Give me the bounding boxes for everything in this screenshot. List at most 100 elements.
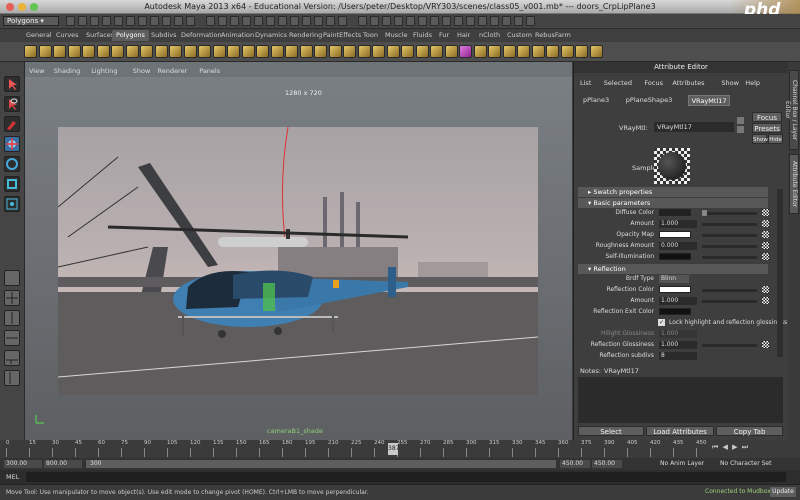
shelf-extrude-icon[interactable] xyxy=(372,45,385,58)
viewport-menu-renderer[interactable]: Renderer xyxy=(158,67,188,75)
rotate-tool-icon[interactable] xyxy=(4,156,20,172)
self-illum-slider[interactable] xyxy=(702,256,757,259)
move-tool-icon[interactable] xyxy=(4,136,20,152)
ae-menu-list[interactable]: List xyxy=(580,79,591,87)
section-swatch-properties[interactable]: ▸ Swatch properties xyxy=(578,187,768,197)
shelf-planar-map-icon[interactable] xyxy=(517,45,530,58)
universal-manip-icon[interactable] xyxy=(4,196,20,212)
status-line-button-icon[interactable] xyxy=(90,16,99,26)
ae-menu-attributes[interactable]: Attributes xyxy=(672,79,704,87)
shelf-tab-toon[interactable]: Toon xyxy=(359,30,382,41)
range-end-field[interactable]: 450.00 xyxy=(560,460,590,468)
node-tab-pplane3[interactable]: pPlane3 xyxy=(580,95,612,106)
status-line-button-icon[interactable] xyxy=(302,16,311,26)
shelf-select-icon[interactable] xyxy=(459,45,472,58)
reflection-color-map-button[interactable] xyxy=(762,286,769,293)
status-line-button-icon[interactable] xyxy=(490,16,499,26)
shelf-plane-icon[interactable] xyxy=(82,45,95,58)
status-line-button-icon[interactable] xyxy=(314,16,323,26)
shelf-reduce-icon[interactable] xyxy=(575,45,588,58)
shelf-tab-general[interactable]: General xyxy=(22,30,56,41)
reflection-color-slider[interactable] xyxy=(702,289,757,292)
ae-menu-focus[interactable]: Focus xyxy=(644,79,663,87)
side-tab-attribute-editor[interactable]: Attribute Editor xyxy=(789,154,799,214)
refl-gloss-slider[interactable] xyxy=(702,344,757,347)
viewport-menu-shading[interactable]: Shading xyxy=(54,67,80,75)
shelf-tab-curves[interactable]: Curves xyxy=(52,30,83,41)
status-line-button-icon[interactable] xyxy=(230,16,239,26)
ae-menu-selected[interactable]: Selected xyxy=(604,79,632,87)
shelf-uv-unfold-icon[interactable] xyxy=(531,45,545,58)
opacity-map-button[interactable] xyxy=(762,231,769,238)
shelf-tab-polygons[interactable]: Polygons xyxy=(112,30,149,41)
presets-button[interactable]: Presets xyxy=(752,123,782,133)
node-tab-pplaneshape3[interactable]: pPlaneShape3 xyxy=(623,95,675,106)
close-window-button[interactable] xyxy=(6,3,14,11)
shelf-booleans-icon[interactable] xyxy=(241,45,255,58)
shelf-tab-subdivs[interactable]: Subdivs xyxy=(147,30,181,41)
shelf-extract-icon[interactable] xyxy=(227,45,240,58)
material-swatch[interactable] xyxy=(654,148,690,184)
status-line-button-icon[interactable] xyxy=(370,16,379,26)
shelf-split-icon[interactable] xyxy=(328,45,342,58)
shelf-insert-loop-icon[interactable] xyxy=(343,45,356,58)
shelf-sphere-icon[interactable] xyxy=(24,45,37,58)
scale-tool-icon[interactable] xyxy=(4,176,20,192)
shelf-pipe-icon[interactable] xyxy=(140,45,153,58)
layout-outliner-icon[interactable] xyxy=(4,370,20,386)
command-line-language[interactable]: MEL xyxy=(6,473,19,481)
opacity-map-swatch[interactable] xyxy=(659,231,691,238)
layout-two-stack-icon[interactable] xyxy=(4,330,20,346)
roughness-slider[interactable] xyxy=(702,245,757,248)
viewport-panel[interactable]: View Shading Lighting Show Renderer Panels 12… xyxy=(25,62,572,440)
layout-persp-graph-icon[interactable] xyxy=(4,350,20,366)
self-illum-map-button[interactable] xyxy=(762,253,769,260)
refl-gloss-map-button[interactable] xyxy=(762,341,769,348)
shelf-separate-icon[interactable] xyxy=(212,45,226,58)
input-connection-icon[interactable] xyxy=(737,117,744,124)
viewport-menu-panels[interactable]: Panels xyxy=(199,67,220,75)
status-line-button-icon[interactable] xyxy=(242,16,251,26)
shelf-platonic-icon[interactable] xyxy=(183,45,197,58)
status-line-button-icon[interactable] xyxy=(394,16,403,26)
shelf-soccer-icon[interactable] xyxy=(169,45,182,58)
shelf-uv-editor-icon[interactable] xyxy=(502,45,516,58)
status-line-button-icon[interactable] xyxy=(466,16,475,26)
shelf-offset-loop-icon[interactable] xyxy=(357,45,371,58)
update-button[interactable]: Update xyxy=(770,487,796,497)
status-line-button-icon[interactable] xyxy=(78,16,87,26)
range-start2-field[interactable]: 800.00 xyxy=(44,460,82,468)
layout-two-side-icon[interactable] xyxy=(4,310,20,326)
status-line-button-icon[interactable] xyxy=(66,16,75,26)
playback-buttons-icon[interactable]: ⏮ ◀ ▶ ⏭ xyxy=(712,443,749,452)
status-line-button-icon[interactable] xyxy=(186,16,195,26)
status-line-button-icon[interactable] xyxy=(206,16,215,26)
status-line-button-icon[interactable] xyxy=(478,16,487,26)
shelf-quadrangulate-icon[interactable] xyxy=(444,45,458,58)
status-line-button-icon[interactable] xyxy=(338,16,347,26)
viewport-menu-show[interactable]: Show xyxy=(133,67,151,75)
range-end2-field[interactable]: 450.00 xyxy=(592,460,622,468)
shelf-prism-icon[interactable] xyxy=(111,45,124,58)
node-tab-vraymtl17[interactable]: VRayMtl17 xyxy=(687,95,731,106)
status-line-button-icon[interactable] xyxy=(218,16,227,26)
render-scene[interactable] xyxy=(58,127,538,395)
shelf-tab-rebusfarm[interactable]: RebusFarm xyxy=(531,30,575,41)
reflection-amount-map-button[interactable] xyxy=(762,297,769,304)
section-reflection[interactable]: ▾ Reflection xyxy=(578,264,768,274)
select-tool-icon[interactable] xyxy=(4,76,20,92)
shelf-tab-ncloth[interactable]: nCloth xyxy=(475,30,504,41)
shelf-tab-hair[interactable]: Hair xyxy=(453,30,474,41)
layout-single-icon[interactable] xyxy=(4,270,20,286)
amount-field[interactable]: 1.000 xyxy=(659,220,697,228)
shelf-append-icon[interactable] xyxy=(314,45,327,58)
shelf-tab-muscle[interactable]: Muscle xyxy=(381,30,412,41)
status-line-button-icon[interactable] xyxy=(162,16,171,26)
refl-gloss-field[interactable]: 1.000 xyxy=(659,341,697,349)
shelf-crease-icon[interactable] xyxy=(546,45,559,58)
shelf-cone-icon[interactable] xyxy=(67,45,81,58)
reflection-color-swatch[interactable] xyxy=(659,286,691,293)
shelf-helix-icon[interactable] xyxy=(154,45,168,58)
status-line-button-icon[interactable] xyxy=(126,16,135,26)
opacity-slider[interactable] xyxy=(702,234,757,237)
